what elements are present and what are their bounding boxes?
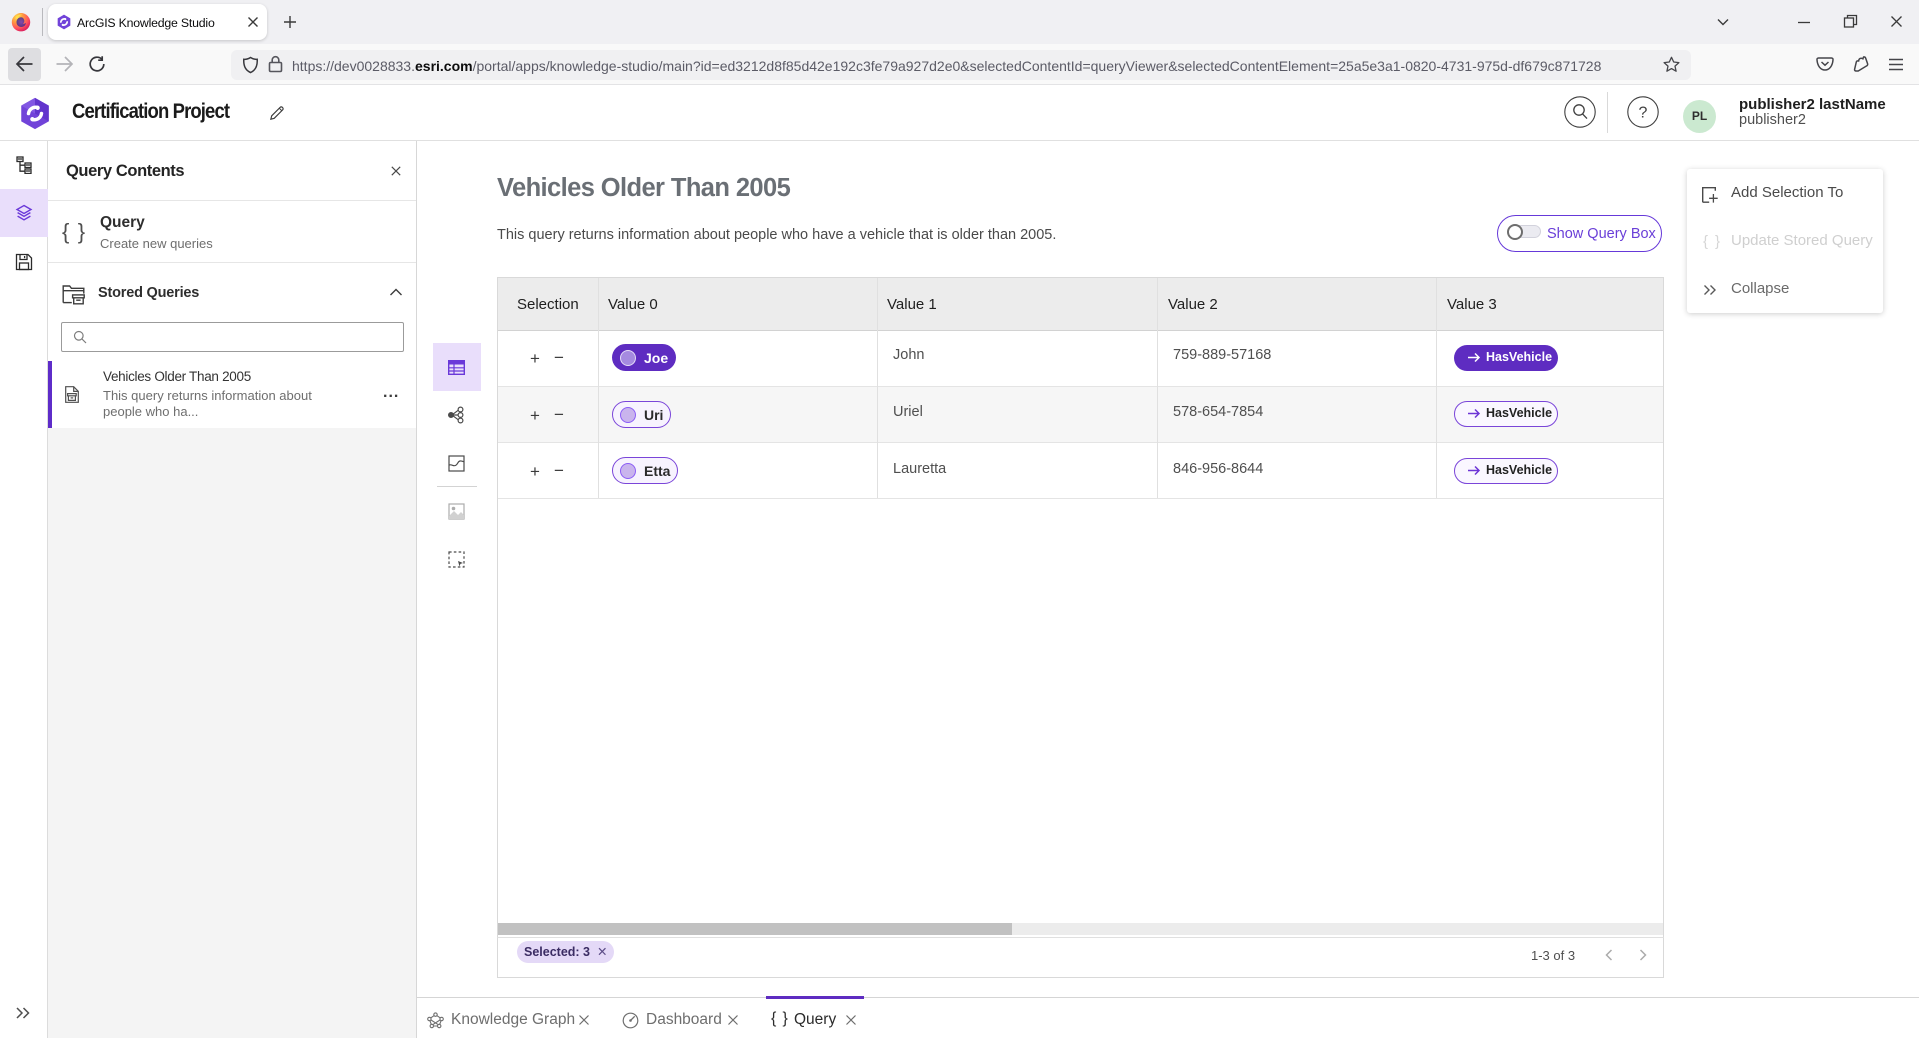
svg-text:?: ? <box>1639 105 1648 122</box>
